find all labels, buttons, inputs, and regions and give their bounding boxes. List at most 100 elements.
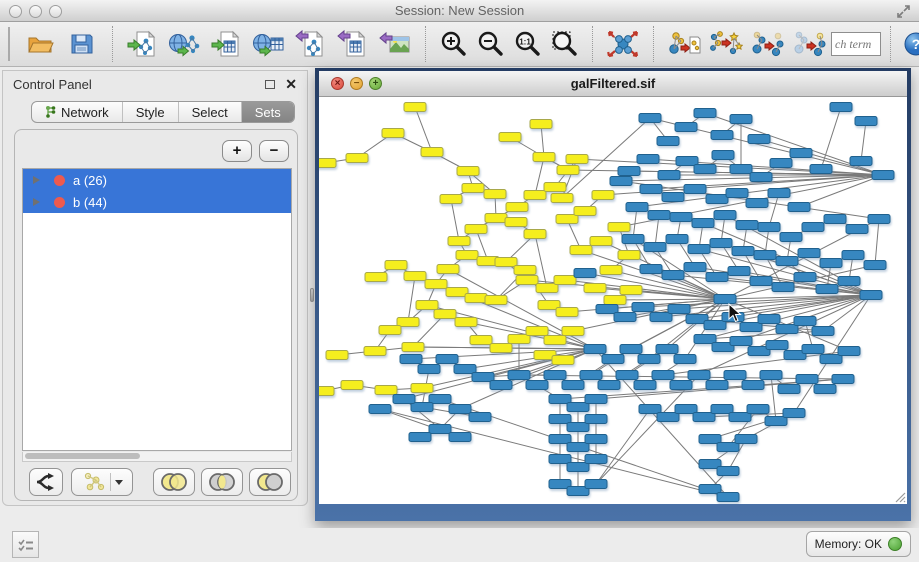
graph-node-selected[interactable] [319,387,334,396]
network-graph[interactable] [319,97,907,504]
zoom-out-button[interactable] [472,25,509,63]
graph-node[interactable] [790,149,812,158]
graph-node[interactable] [694,165,716,174]
graph-node[interactable] [409,433,431,442]
graph-node[interactable] [778,385,800,394]
graph-node[interactable] [684,185,706,194]
set-row-a[interactable]: a (26) [23,169,291,191]
graph-node[interactable] [732,247,754,256]
graph-node-selected[interactable] [485,296,507,305]
graph-edge[interactable] [519,375,843,379]
graph-node-selected[interactable] [448,237,470,246]
graph-node[interactable] [610,177,632,186]
resize-grip[interactable] [892,489,906,503]
graph-node-selected[interactable] [379,326,401,335]
graph-node[interactable] [562,381,584,390]
graph-edge[interactable] [535,157,544,195]
graph-node[interactable] [616,371,638,380]
import-table-from-url-button[interactable] [248,25,290,63]
graph-node[interactable] [860,291,882,300]
graph-node[interactable] [706,273,728,282]
graph-node[interactable] [748,135,770,144]
graph-node[interactable] [632,303,654,312]
open-session-button[interactable] [19,25,61,63]
graph-node[interactable] [706,195,728,204]
graph-node-selected[interactable] [592,191,614,200]
network-minimize-button[interactable]: − [350,77,363,90]
import-network-from-url-button[interactable] [164,25,206,63]
graph-node[interactable] [369,405,391,414]
network-canvas[interactable] [319,97,907,504]
graph-node[interactable] [620,345,642,354]
graph-edge[interactable] [861,121,866,161]
graph-node[interactable] [699,435,721,444]
fullscreen-icon[interactable] [896,4,911,19]
graph-node[interactable] [639,405,661,414]
graph-node-selected[interactable] [600,266,622,275]
graph-node[interactable] [842,251,864,260]
search-input[interactable] [831,32,881,56]
graph-node[interactable] [684,263,706,272]
graph-node-selected[interactable] [608,223,630,232]
graph-node-selected[interactable] [404,272,426,281]
graph-node[interactable] [717,443,739,452]
graph-node[interactable] [830,103,852,112]
graph-node[interactable] [449,433,471,442]
graph-node[interactable] [490,381,512,390]
graph-node[interactable] [717,467,739,476]
new-network-from-selection-button[interactable] [663,25,705,63]
graph-node[interactable] [400,355,422,364]
graph-node-selected[interactable] [604,296,626,305]
graph-node[interactable] [648,211,670,220]
graph-node[interactable] [585,395,607,404]
graph-node-selected[interactable] [341,381,363,390]
graph-node-selected[interactable] [375,386,397,395]
graph-node[interactable] [549,395,571,404]
graph-node-selected[interactable] [465,225,487,234]
graph-node[interactable] [639,114,661,123]
graph-node[interactable] [846,225,868,234]
graph-node-selected[interactable] [554,276,576,285]
graph-node[interactable] [418,365,440,374]
graph-node[interactable] [618,167,640,176]
union-sets-button[interactable] [153,468,195,496]
graph-node[interactable] [454,365,476,374]
graph-node[interactable] [783,409,805,418]
graph-node[interactable] [657,137,679,146]
apply-preferred-layout-button[interactable] [602,25,644,63]
graph-node[interactable] [640,265,662,274]
graph-node[interactable] [814,385,836,394]
graph-node[interactable] [711,131,733,140]
graph-node[interactable] [638,355,660,364]
graph-node[interactable] [567,443,589,452]
graph-node[interactable] [637,155,659,164]
graph-node[interactable] [802,345,824,354]
difference-sets-button[interactable] [249,468,291,496]
graph-node-selected[interactable] [552,356,574,365]
graph-node[interactable] [567,423,589,432]
graph-node[interactable] [472,373,494,382]
graph-node-selected[interactable] [462,184,484,193]
graph-node[interactable] [666,235,688,244]
graph-node-selected[interactable] [456,251,478,260]
split-sets-button[interactable] [29,468,63,496]
graph-node-selected[interactable] [457,167,479,176]
graph-node[interactable] [798,249,820,258]
export-table-button[interactable] [332,25,374,63]
window-minimize-button[interactable] [29,5,42,18]
graph-node[interactable] [768,189,790,198]
graph-node[interactable] [549,435,571,444]
zoom-fit-selected-button[interactable] [546,25,583,63]
graph-node[interactable] [567,403,589,412]
graph-edge[interactable] [562,159,577,198]
graph-node[interactable] [436,355,458,364]
create-set-from-network-button[interactable] [71,468,133,496]
graph-node[interactable] [758,315,780,324]
graph-node-selected[interactable] [421,148,443,157]
graph-node[interactable] [567,463,589,472]
graph-node[interactable] [640,185,662,194]
graph-node-selected[interactable] [397,318,419,327]
graph-node-selected[interactable] [437,265,459,274]
graph-node[interactable] [549,455,571,464]
graph-node[interactable] [652,371,674,380]
